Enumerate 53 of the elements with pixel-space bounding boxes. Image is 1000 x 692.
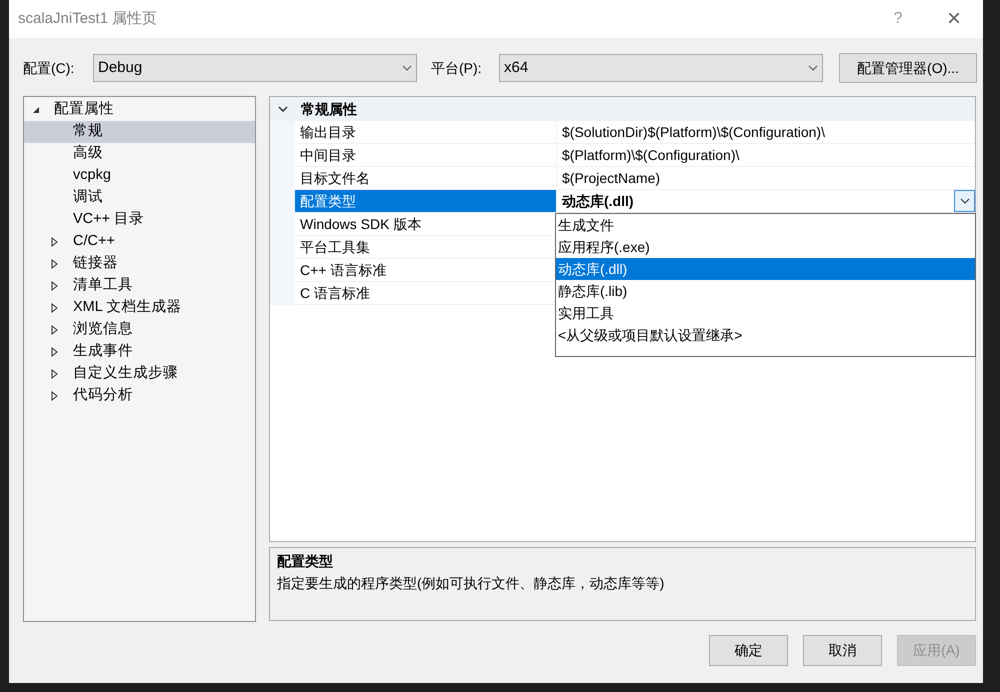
property-name[interactable]: 中间目录 bbox=[295, 144, 556, 167]
collapsed-triangle-icon bbox=[51, 281, 58, 291]
tree-item[interactable]: 自定义生成步骤 bbox=[24, 363, 255, 385]
chevron-down-icon bbox=[402, 65, 412, 71]
platform-dropdown[interactable]: x64 bbox=[499, 54, 823, 82]
chevron-down-icon bbox=[960, 198, 970, 204]
close-button[interactable]: × bbox=[939, 7, 969, 31]
expanded-triangle-icon bbox=[32, 106, 40, 114]
property-value: $(ProjectName) bbox=[562, 168, 662, 188]
collapsed-triangle-icon bbox=[51, 391, 58, 401]
tree-item[interactable]: 链接器 bbox=[24, 253, 255, 275]
dropdown-option[interactable]: 动态库(.dll) bbox=[556, 258, 975, 280]
property-value: $(SolutionDir)$(Platform)\$(Configuration)\ bbox=[562, 122, 826, 142]
tree-item[interactable]: 配置属性 bbox=[24, 99, 255, 121]
dialog-button[interactable]: 确定 bbox=[709, 635, 788, 666]
field-label: 配置(C): bbox=[23, 58, 76, 78]
dropdown-button[interactable] bbox=[954, 190, 975, 212]
property-value: 动态库(.dll) bbox=[562, 192, 635, 211]
collapsed-triangle-icon bbox=[51, 325, 58, 335]
collapsed-triangle-icon bbox=[51, 259, 58, 269]
dropdown-option[interactable]: 实用工具 bbox=[556, 302, 975, 324]
tree-item[interactable]: 生成事件 bbox=[24, 341, 255, 363]
tree-item[interactable]: 代码分析 bbox=[24, 385, 255, 407]
description-title: 配置类型 bbox=[277, 552, 334, 571]
chevron-down-icon bbox=[278, 106, 288, 112]
dropdown-option[interactable]: 生成文件 bbox=[556, 214, 975, 236]
tree-item[interactable]: 常规 bbox=[24, 121, 255, 143]
tree-item[interactable]: C/C++ bbox=[24, 231, 255, 253]
property-name[interactable]: 配置类型 bbox=[295, 190, 556, 213]
collapsed-triangle-icon bbox=[51, 303, 58, 313]
config-dropdown[interactable]: Debug bbox=[93, 54, 417, 82]
chevron-down-icon bbox=[808, 65, 818, 71]
collapsed-triangle-icon bbox=[51, 347, 58, 357]
section-header[interactable]: 常规属性 bbox=[270, 97, 975, 121]
tree-item[interactable]: 浏览信息 bbox=[24, 319, 255, 341]
dropdown-option[interactable]: 静态库(.lib) bbox=[556, 280, 975, 302]
tree-item[interactable]: 调试 bbox=[24, 187, 255, 209]
description-text: 指定要生成的程序类型(例如可执行文件、静态库，动态库等等) bbox=[277, 574, 666, 593]
tree-item[interactable]: XML 文档生成器 bbox=[24, 297, 255, 319]
field-label: 平台(P): bbox=[431, 58, 483, 78]
tree-item[interactable]: 清单工具 bbox=[24, 275, 255, 297]
tree-item[interactable]: 高级 bbox=[24, 143, 255, 165]
dialog-button[interactable]: 取消 bbox=[803, 635, 882, 666]
collapsed-triangle-icon bbox=[51, 369, 58, 379]
collapsed-triangle-icon bbox=[51, 237, 58, 247]
dropdown-option[interactable]: 应用程序(.exe) bbox=[556, 236, 975, 258]
dropdown-option[interactable]: <从父级或项目默认设置继承> bbox=[556, 324, 975, 346]
config-manager-button[interactable]: 配置管理器(O)... bbox=[839, 53, 977, 83]
tree-item[interactable]: VC++ 目录 bbox=[24, 209, 255, 231]
tree-item[interactable]: vcpkg bbox=[24, 165, 255, 187]
property-value: $(Platform)\$(Configuration)\ bbox=[562, 146, 740, 165]
property-name[interactable]: 输出目录 bbox=[295, 121, 556, 144]
window-title: scalaJniTest1 属性页 bbox=[18, 8, 158, 29]
